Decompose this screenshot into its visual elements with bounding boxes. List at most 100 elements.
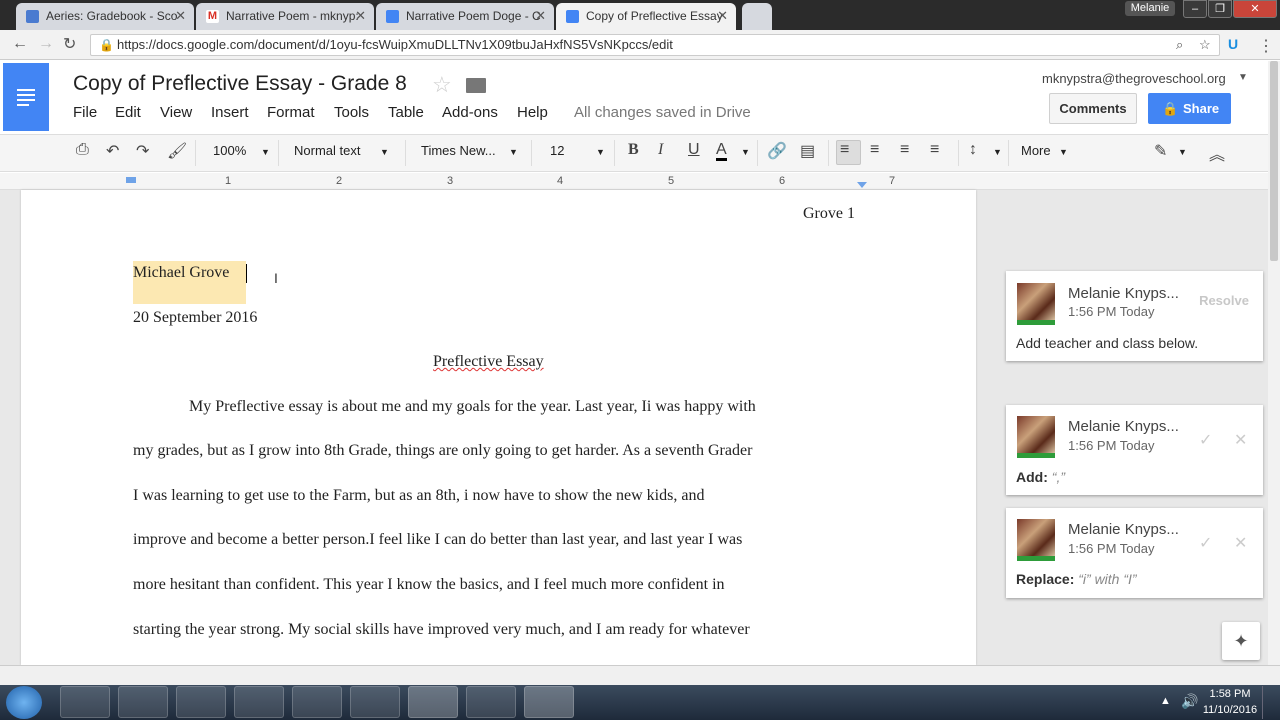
menu-table[interactable]: Table — [388, 104, 424, 121]
account-email[interactable]: mknypstra@thegroveschool.org — [1042, 71, 1226, 86]
minimize-button[interactable]: – — [1183, 0, 1207, 18]
clock-date[interactable]: 11/10/2016 — [1202, 704, 1258, 716]
menu-insert[interactable]: Insert — [211, 104, 249, 121]
profile-badge[interactable]: Melanie — [1125, 1, 1175, 16]
account-dropdown-icon[interactable]: ▼ — [1238, 72, 1248, 83]
text-color-icon[interactable]: A — [716, 141, 727, 161]
star-icon[interactable]: ☆ — [432, 72, 452, 98]
comment-card[interactable]: Melanie Knyps... 1:56 PM Today Resolve A… — [1006, 271, 1263, 361]
bold-icon[interactable]: B — [628, 141, 639, 159]
body-line[interactable]: improve and become a better person.I fee… — [133, 531, 742, 549]
taskbar-folder-icon[interactable] — [118, 686, 168, 718]
share-button[interactable]: 🔒 Share — [1148, 93, 1231, 124]
redo-icon[interactable]: ↷ — [136, 141, 149, 161]
body-line[interactable]: I was learning to get use to the Farm, b… — [133, 487, 704, 505]
page-header[interactable]: Grove 1 — [803, 205, 855, 223]
reject-suggestion-icon[interactable]: ✕ — [1234, 533, 1247, 553]
more-button[interactable]: More — [1021, 143, 1051, 158]
accept-suggestion-icon[interactable]: ✓ — [1199, 430, 1212, 450]
zoom-icon[interactable]: ⌕ — [1176, 35, 1183, 55]
editing-mode-icon[interactable]: ✎ — [1154, 141, 1167, 161]
menu-tools[interactable]: Tools — [334, 104, 369, 121]
url-input[interactable]: 🔒 https://docs.google.com/document/d/1oy… — [90, 34, 1220, 56]
zoom-select[interactable]: 100% — [213, 143, 246, 158]
font-size-select[interactable]: 12 — [550, 143, 564, 158]
menu-view[interactable]: View — [160, 104, 192, 121]
back-arrow-icon[interactable]: ← — [12, 35, 28, 53]
menu-help[interactable]: Help — [517, 104, 548, 121]
menu-edit[interactable]: Edit — [115, 104, 141, 121]
bookmark-star-icon[interactable]: ☆ — [1199, 35, 1211, 55]
resolve-button[interactable]: Resolve — [1193, 287, 1255, 315]
essay-title[interactable]: Preflective Essay — [433, 353, 544, 371]
close-tab-icon[interactable]: ✕ — [535, 8, 546, 24]
taskbar-media-icon[interactable] — [176, 686, 226, 718]
menu-addons[interactable]: Add-ons — [442, 104, 498, 121]
save-status[interactable]: All changes saved in Drive — [574, 104, 751, 121]
reject-suggestion-icon[interactable]: ✕ — [1234, 430, 1247, 450]
clock-time[interactable]: 1:58 PM — [1206, 688, 1254, 700]
suggestion-label: Replace: — [1016, 571, 1075, 587]
accept-suggestion-icon[interactable]: ✓ — [1199, 533, 1212, 553]
close-tab-icon[interactable]: ✕ — [717, 8, 728, 24]
align-center-icon[interactable]: ≡ — [870, 141, 879, 159]
suggestion-card[interactable]: Melanie Knyps... 1:56 PM Today ✓ ✕ Repla… — [1006, 508, 1263, 598]
essay-date[interactable]: 20 September 2016 — [133, 309, 257, 327]
explore-button-icon[interactable]: ✦ — [1222, 622, 1260, 660]
close-tab-icon[interactable]: ✕ — [355, 8, 366, 24]
taskbar-calculator-icon[interactable] — [292, 686, 342, 718]
underline-icon[interactable]: U — [688, 141, 700, 159]
right-indent-marker-icon[interactable] — [857, 182, 867, 188]
paint-format-icon[interactable]: 🖌 — [167, 141, 187, 161]
scrollbar-thumb[interactable] — [1270, 61, 1278, 261]
taskbar-skype-icon[interactable] — [466, 686, 516, 718]
insert-comment-icon[interactable]: ▤ — [800, 141, 815, 161]
comments-button[interactable]: Comments — [1049, 93, 1137, 124]
line-spacing-icon[interactable]: ↕ — [969, 141, 977, 159]
new-tab-button[interactable] — [742, 3, 772, 30]
taskbar-app-icon[interactable] — [60, 686, 110, 718]
taskbar-files-icon[interactable] — [234, 686, 284, 718]
extension-icon[interactable]: U — [1228, 36, 1244, 54]
horizontal-scrollbar[interactable] — [0, 665, 1280, 685]
style-select[interactable]: Normal text — [294, 143, 360, 158]
browser-tab-narrative-poem[interactable]: M Narrative Poem - mknyp: ✕ — [196, 3, 374, 30]
docs-logo-icon[interactable] — [3, 63, 49, 131]
close-window-button[interactable]: ✕ — [1233, 0, 1277, 18]
align-right-icon[interactable]: ≡ — [900, 141, 909, 159]
font-select[interactable]: Times New... — [421, 143, 496, 158]
browser-tab-narrative-poem-doge[interactable]: Narrative Poem Doge - C ✕ — [376, 3, 554, 30]
student-name[interactable]: Michael Grove — [133, 264, 229, 282]
italic-icon[interactable]: I — [658, 141, 663, 159]
browser-tab-aeries[interactable]: Aeries: Gradebook - Sco ✕ — [16, 3, 194, 30]
body-line[interactable]: my grades, but as I grow into 8th Grade,… — [133, 442, 752, 460]
show-desktop-button[interactable] — [1262, 686, 1278, 719]
body-line[interactable]: more hesitant than confident. This year … — [133, 576, 725, 594]
print-icon[interactable]: ⎙ — [76, 141, 89, 159]
volume-icon[interactable]: 🔊 — [1181, 693, 1198, 710]
insert-link-icon[interactable]: 🔗 — [767, 141, 787, 161]
indent-marker-icon[interactable] — [126, 177, 136, 183]
taskbar-chrome-icon[interactable] — [524, 686, 574, 718]
body-line[interactable]: My Preflective essay is about me and my … — [189, 398, 756, 416]
taskbar-hp-icon[interactable] — [350, 686, 400, 718]
reload-icon[interactable]: ↻ — [63, 34, 76, 54]
close-tab-icon[interactable]: ✕ — [175, 8, 186, 24]
body-line[interactable]: starting the year strong. My social skil… — [133, 621, 750, 639]
taskbar-chrome-icon[interactable] — [408, 686, 458, 718]
browser-tab-preflective-essay[interactable]: Copy of Preflective Essay ✕ — [556, 3, 736, 31]
folder-icon[interactable] — [466, 78, 486, 93]
menu-format[interactable]: Format — [267, 104, 315, 121]
vertical-scrollbar[interactable] — [1268, 61, 1280, 665]
restore-button[interactable]: ❐ — [1208, 0, 1232, 18]
tray-arrow-icon[interactable]: ▲ — [1160, 695, 1171, 707]
collapse-toolbar-icon[interactable]: ︽ — [1209, 141, 1225, 165]
chrome-menu-icon[interactable]: ⋮ — [1258, 36, 1274, 56]
start-button-icon[interactable] — [6, 686, 42, 719]
align-justify-icon[interactable]: ≡ — [930, 141, 939, 159]
document-title[interactable]: Copy of Preflective Essay - Grade 8 — [73, 72, 407, 96]
forward-arrow-icon[interactable]: → — [38, 35, 54, 53]
undo-icon[interactable]: ↶ — [106, 141, 119, 161]
menu-file[interactable]: File — [73, 104, 97, 121]
suggestion-card[interactable]: Melanie Knyps... 1:56 PM Today ✓ ✕ Add: … — [1006, 405, 1263, 495]
